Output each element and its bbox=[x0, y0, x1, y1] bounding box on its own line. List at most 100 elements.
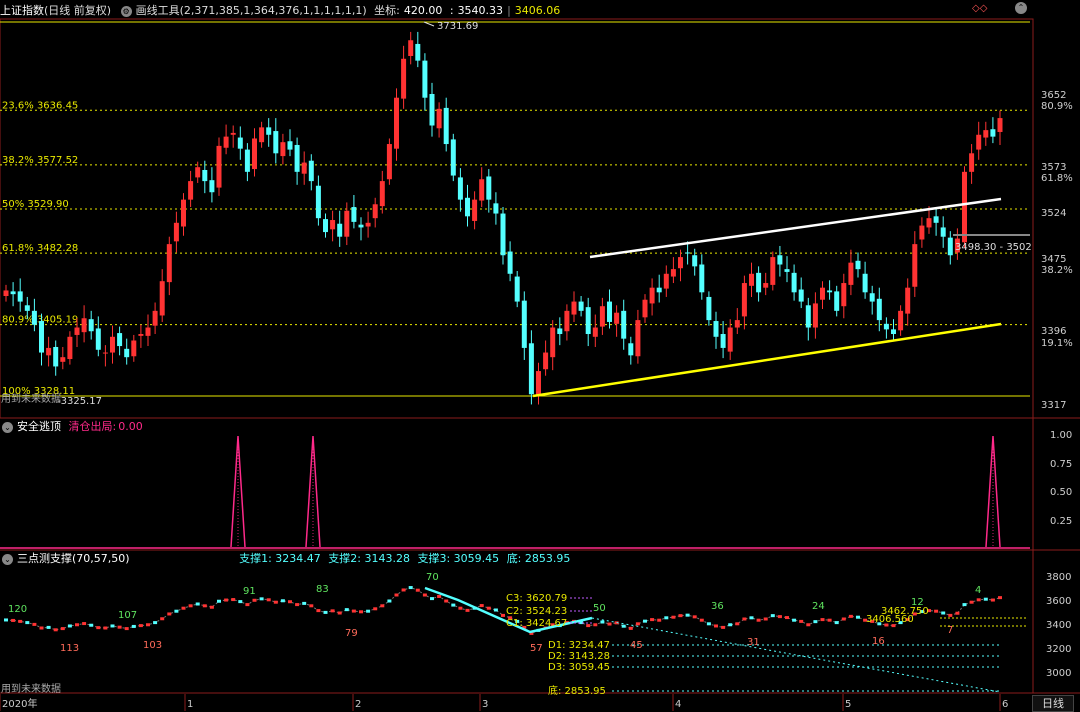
candle-body bbox=[138, 334, 144, 336]
candle-body bbox=[926, 218, 932, 228]
candle-body bbox=[436, 108, 442, 129]
candle-body bbox=[188, 181, 194, 200]
candle-body bbox=[401, 58, 407, 99]
candle-body bbox=[486, 176, 492, 200]
p3-candle bbox=[330, 609, 335, 613]
p3-candle bbox=[728, 623, 733, 627]
p3-candle bbox=[621, 624, 626, 628]
fib-label: 23.6% 3636.45 bbox=[2, 100, 78, 111]
y-tick: 3524 bbox=[1041, 208, 1067, 219]
p3-candle bbox=[955, 611, 960, 615]
p3-candle bbox=[209, 605, 214, 609]
candle-body bbox=[514, 276, 520, 302]
p3-candle bbox=[813, 620, 818, 624]
p3-candle bbox=[337, 611, 342, 615]
p3-candle bbox=[635, 622, 640, 626]
p3-candle bbox=[117, 625, 122, 629]
candle-body bbox=[990, 129, 996, 137]
candle-body bbox=[834, 291, 840, 311]
p3-candle bbox=[316, 609, 321, 613]
p3-candle bbox=[721, 625, 726, 629]
candle-body bbox=[692, 255, 698, 267]
y-tick: 3573 bbox=[1041, 162, 1067, 173]
y-tick: 1.00 bbox=[1050, 430, 1073, 441]
candle-body bbox=[408, 40, 414, 57]
candle-body bbox=[798, 289, 804, 302]
candle-body bbox=[152, 310, 158, 326]
candle-body bbox=[472, 199, 478, 221]
p3-candle bbox=[295, 603, 300, 607]
y-tick: 0.25 bbox=[1050, 516, 1073, 527]
p3-candle bbox=[479, 604, 484, 608]
p3-candle bbox=[75, 623, 79, 627]
p3-candle bbox=[25, 621, 30, 625]
p3-c-label: C2: 3524.23 bbox=[506, 606, 567, 617]
p3-candle bbox=[422, 593, 427, 597]
candle-body bbox=[805, 305, 811, 328]
p3-candle bbox=[131, 624, 136, 628]
fib-label: 50% 3529.90 bbox=[2, 199, 69, 210]
candle-body bbox=[31, 310, 37, 325]
candle-body bbox=[67, 336, 73, 360]
upper-trend-line bbox=[589, 197, 1002, 259]
p3-number-top: 83 bbox=[316, 584, 329, 595]
period-day-button[interactable]: 日线 bbox=[1032, 695, 1074, 712]
p3-candle bbox=[195, 602, 200, 606]
p3-number-bottom: 113 bbox=[60, 643, 79, 654]
candle-body bbox=[912, 244, 918, 287]
candle-body bbox=[95, 328, 101, 350]
p3-candle bbox=[763, 617, 768, 621]
p3-candle bbox=[266, 598, 271, 602]
p3-candle bbox=[607, 622, 612, 626]
candle-body bbox=[663, 273, 669, 289]
candle-body bbox=[585, 307, 591, 335]
p3-candle bbox=[302, 601, 307, 605]
candle-body bbox=[628, 343, 634, 356]
candle-body bbox=[685, 252, 691, 254]
p3-candle bbox=[224, 598, 229, 602]
candle-body bbox=[592, 327, 598, 337]
p3-candle bbox=[4, 618, 8, 622]
candle-body bbox=[919, 225, 925, 240]
p3-candle bbox=[444, 599, 449, 603]
candle-body bbox=[528, 343, 534, 395]
y-tick: 3317 bbox=[1041, 400, 1067, 411]
candle-body bbox=[394, 97, 399, 149]
p3-candle bbox=[380, 604, 385, 608]
chart-canvas[interactable]: 23.6% 3636.4538.2% 3577.5250% 3529.9061.… bbox=[0, 0, 1080, 711]
p3-candle bbox=[46, 625, 51, 629]
p3-candle bbox=[969, 600, 974, 604]
candle-body bbox=[713, 321, 719, 337]
candle-body bbox=[869, 293, 875, 302]
candle-body bbox=[24, 305, 30, 311]
x-axis-label: 4 bbox=[675, 699, 681, 710]
p3-candle bbox=[820, 618, 825, 622]
candle-body bbox=[614, 312, 620, 324]
p3-candle bbox=[351, 609, 356, 613]
x-axis-label: 5 bbox=[845, 699, 851, 710]
p3-candle bbox=[408, 586, 413, 590]
candle-body bbox=[181, 199, 186, 227]
candle-body bbox=[344, 210, 350, 237]
candle-body bbox=[784, 269, 790, 272]
p3-candle bbox=[344, 608, 349, 612]
candle-body bbox=[947, 237, 953, 256]
candle-body bbox=[110, 336, 115, 353]
p3-number-top: 120 bbox=[8, 604, 27, 615]
candle-body bbox=[330, 220, 336, 230]
p3-candle bbox=[699, 618, 704, 622]
p3-candle bbox=[110, 624, 115, 628]
candle-body bbox=[230, 132, 236, 135]
candle-body bbox=[621, 310, 627, 339]
p3-candle bbox=[493, 608, 498, 612]
p3-candle bbox=[856, 615, 860, 619]
p3-candle bbox=[160, 617, 165, 621]
p3-number-bottom: 79 bbox=[345, 628, 358, 639]
candle-body bbox=[727, 327, 733, 352]
main-frame bbox=[0, 18, 1034, 419]
candle-body bbox=[88, 319, 94, 332]
candle-body bbox=[266, 127, 272, 135]
candle-body bbox=[812, 303, 818, 328]
y-tick: 3652 bbox=[1041, 90, 1067, 101]
candle-body bbox=[145, 327, 151, 336]
